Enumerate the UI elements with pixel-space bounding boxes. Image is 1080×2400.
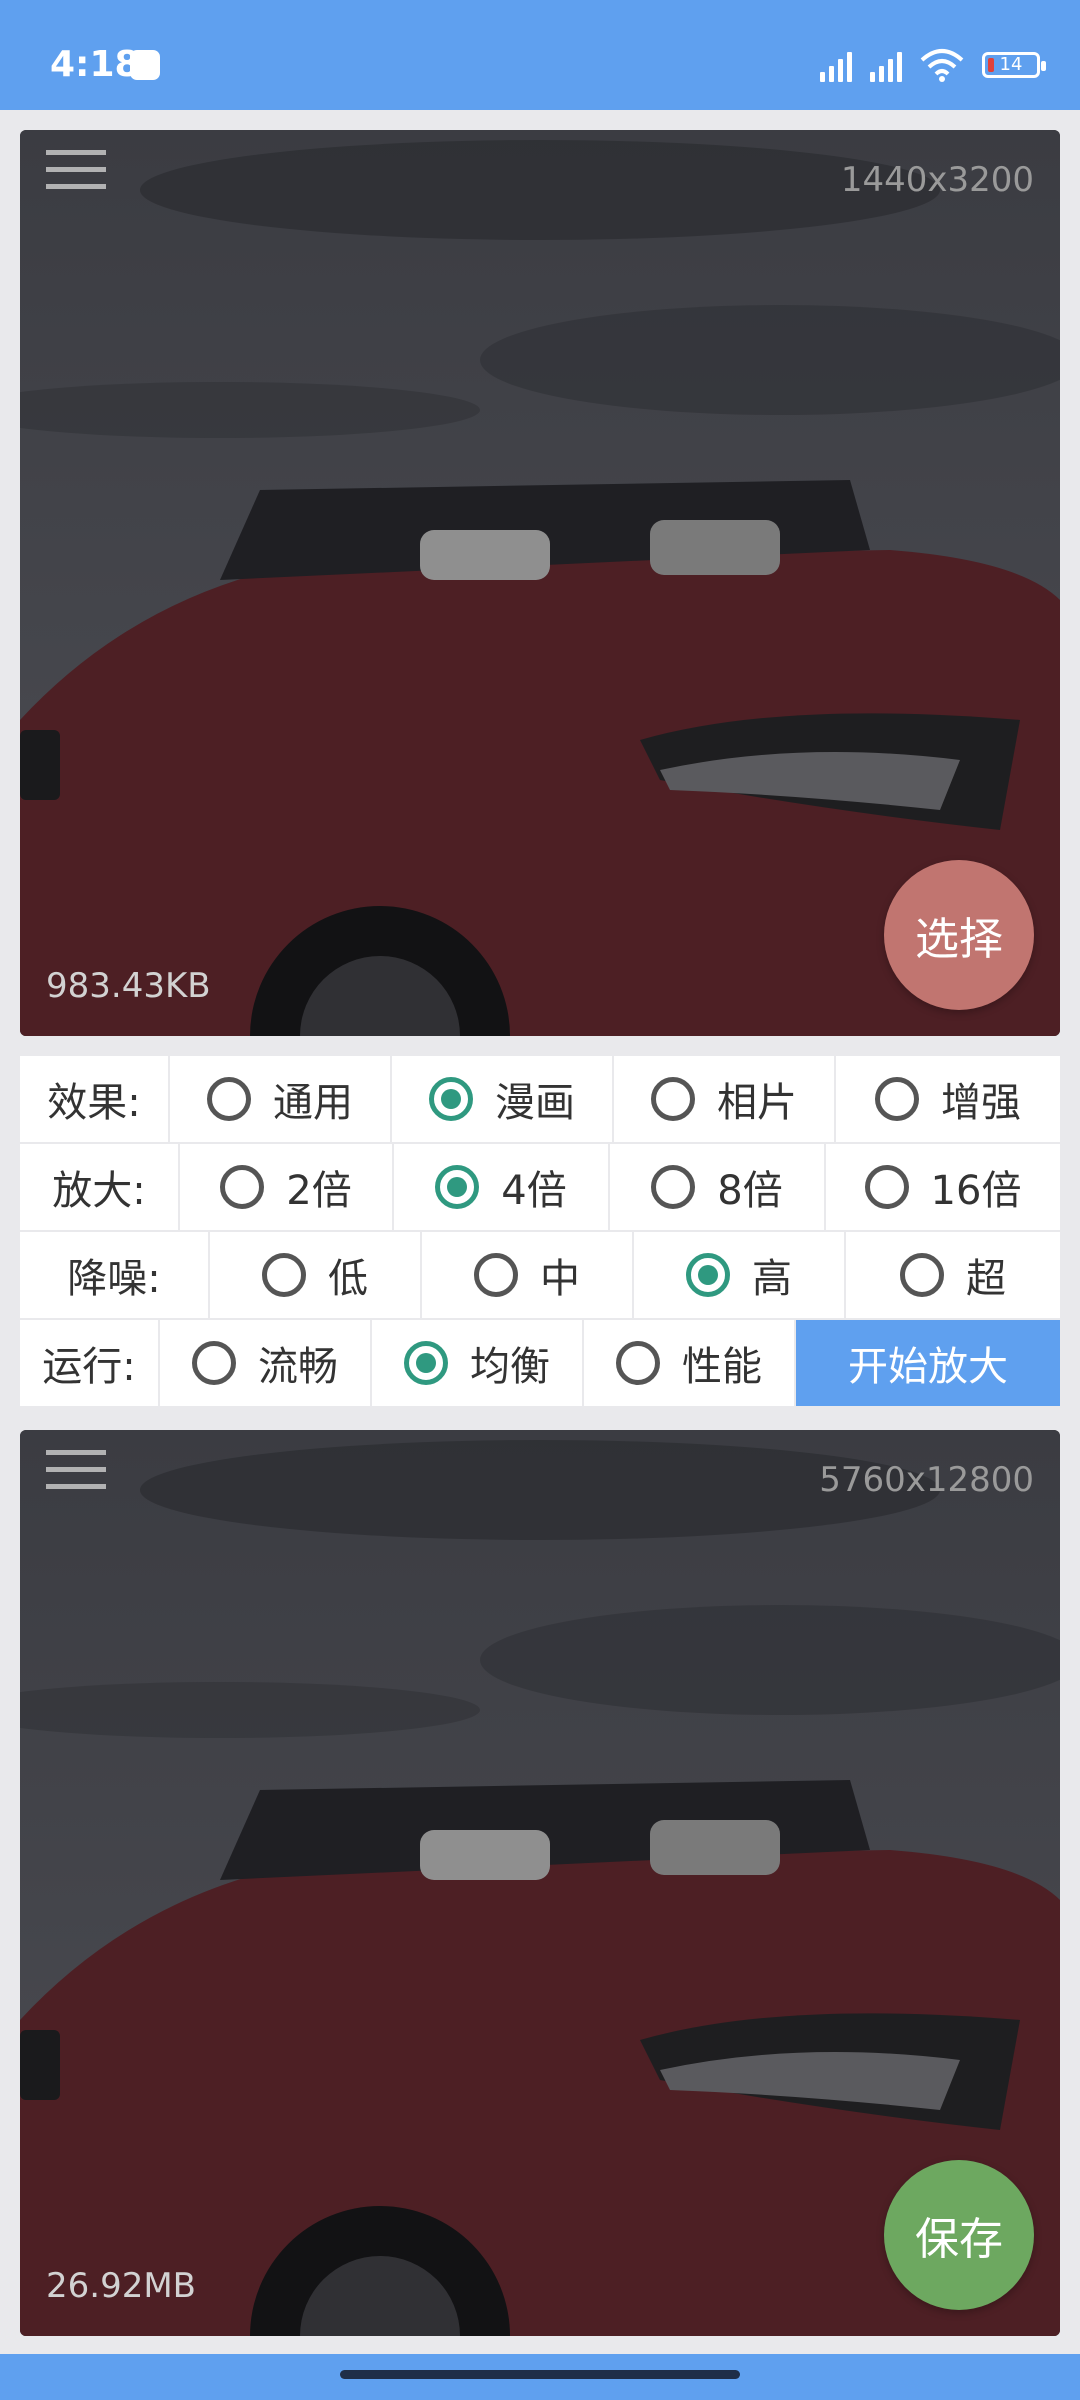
effect-label: 效果:	[20, 1056, 168, 1142]
radio-icon[interactable]	[220, 1165, 265, 1209]
denoise-option-medium[interactable]: 中	[422, 1232, 632, 1318]
effect-option-comic[interactable]: 漫画	[392, 1056, 612, 1142]
option-label: 16倍	[930, 1168, 1022, 1214]
radio-icon[interactable]	[262, 1253, 306, 1297]
option-label: 4倍	[501, 1168, 567, 1214]
run-label: 运行:	[20, 1320, 158, 1406]
status-bar: 4:18 14	[0, 0, 1080, 110]
option-label: 2倍	[286, 1168, 352, 1214]
input-image-panel[interactable]: 1440x3200 983.43KB 选择	[20, 130, 1060, 1036]
wifi-icon	[920, 49, 964, 82]
radio-icon[interactable]	[651, 1077, 695, 1121]
signal-icon	[820, 48, 852, 82]
denoise-option-high[interactable]: 高	[634, 1232, 844, 1318]
start-upscale-button[interactable]: 开始放大	[796, 1320, 1060, 1406]
effect-row: 效果: 通用 漫画 相片 增强	[20, 1056, 1060, 1142]
denoise-label: 降噪:	[20, 1232, 208, 1318]
option-label: 增强	[941, 1080, 1021, 1126]
options-grid: 效果: 通用 漫画 相片 增强 放大: 2倍 4倍 8倍 16倍 降噪: 低 中…	[20, 1056, 1060, 1408]
option-label: 性能	[682, 1344, 762, 1390]
scale-option-16x[interactable]: 16倍	[826, 1144, 1060, 1230]
effect-option-photo[interactable]: 相片	[614, 1056, 834, 1142]
radio-checked-icon[interactable]	[435, 1165, 480, 1209]
option-label: 超	[966, 1256, 1006, 1302]
option-label: 均衡	[470, 1344, 550, 1390]
option-label: 低	[328, 1256, 368, 1302]
hamburger-menu-icon[interactable]	[46, 150, 106, 206]
status-time: 4:18	[50, 44, 140, 85]
save-button[interactable]: 保存	[884, 2160, 1034, 2310]
option-label: 中	[540, 1256, 580, 1302]
scale-row: 放大: 2倍 4倍 8倍 16倍	[20, 1144, 1060, 1230]
hamburger-menu-icon[interactable]	[46, 1450, 106, 1506]
option-label: 流畅	[258, 1344, 338, 1390]
radio-icon[interactable]	[207, 1077, 251, 1121]
run-option-balanced[interactable]: 均衡	[372, 1320, 582, 1406]
option-label: 相片	[717, 1080, 797, 1126]
gesture-handle[interactable]	[340, 2370, 740, 2379]
option-label: 通用	[273, 1080, 353, 1126]
run-row: 运行: 流畅 均衡 性能 开始放大	[20, 1320, 1060, 1406]
input-file-size: 983.43KB	[46, 966, 211, 1006]
radio-icon[interactable]	[875, 1077, 919, 1121]
radio-checked-icon[interactable]	[404, 1341, 448, 1385]
radio-icon[interactable]	[864, 1165, 909, 1209]
signal-icon	[870, 48, 902, 82]
run-option-performance[interactable]: 性能	[584, 1320, 794, 1406]
radio-icon[interactable]	[474, 1253, 518, 1297]
radio-icon[interactable]	[900, 1253, 944, 1297]
scale-option-8x[interactable]: 8倍	[610, 1144, 824, 1230]
radio-icon[interactable]	[616, 1341, 660, 1385]
effect-option-enhance[interactable]: 增强	[836, 1056, 1060, 1142]
option-label: 漫画	[495, 1080, 575, 1126]
battery-icon: 14	[982, 52, 1046, 78]
denoise-row: 降噪: 低 中 高 超	[20, 1232, 1060, 1318]
select-button[interactable]: 选择	[884, 860, 1034, 1010]
radio-checked-icon[interactable]	[686, 1253, 730, 1297]
output-image-panel[interactable]: 5760x12800 26.92MB 保存	[20, 1430, 1060, 2336]
denoise-option-low[interactable]: 低	[210, 1232, 420, 1318]
radio-icon[interactable]	[651, 1165, 696, 1209]
scale-label: 放大:	[20, 1144, 178, 1230]
effect-option-general[interactable]: 通用	[170, 1056, 390, 1142]
denoise-option-super[interactable]: 超	[846, 1232, 1060, 1318]
app-notification-icon	[130, 50, 160, 80]
output-dimensions: 5760x12800	[819, 1460, 1034, 1500]
navigation-bar	[0, 2354, 1080, 2400]
radio-icon[interactable]	[192, 1341, 236, 1385]
input-dimensions: 1440x3200	[840, 160, 1034, 200]
output-file-size: 26.92MB	[46, 2266, 196, 2306]
scale-option-4x[interactable]: 4倍	[394, 1144, 608, 1230]
run-option-smooth[interactable]: 流畅	[160, 1320, 370, 1406]
battery-level: 14	[999, 54, 1023, 75]
option-label: 8倍	[717, 1168, 783, 1214]
radio-checked-icon[interactable]	[429, 1077, 473, 1121]
option-label: 高	[752, 1256, 792, 1302]
status-icons: 14	[820, 48, 1046, 82]
scale-option-2x[interactable]: 2倍	[180, 1144, 392, 1230]
